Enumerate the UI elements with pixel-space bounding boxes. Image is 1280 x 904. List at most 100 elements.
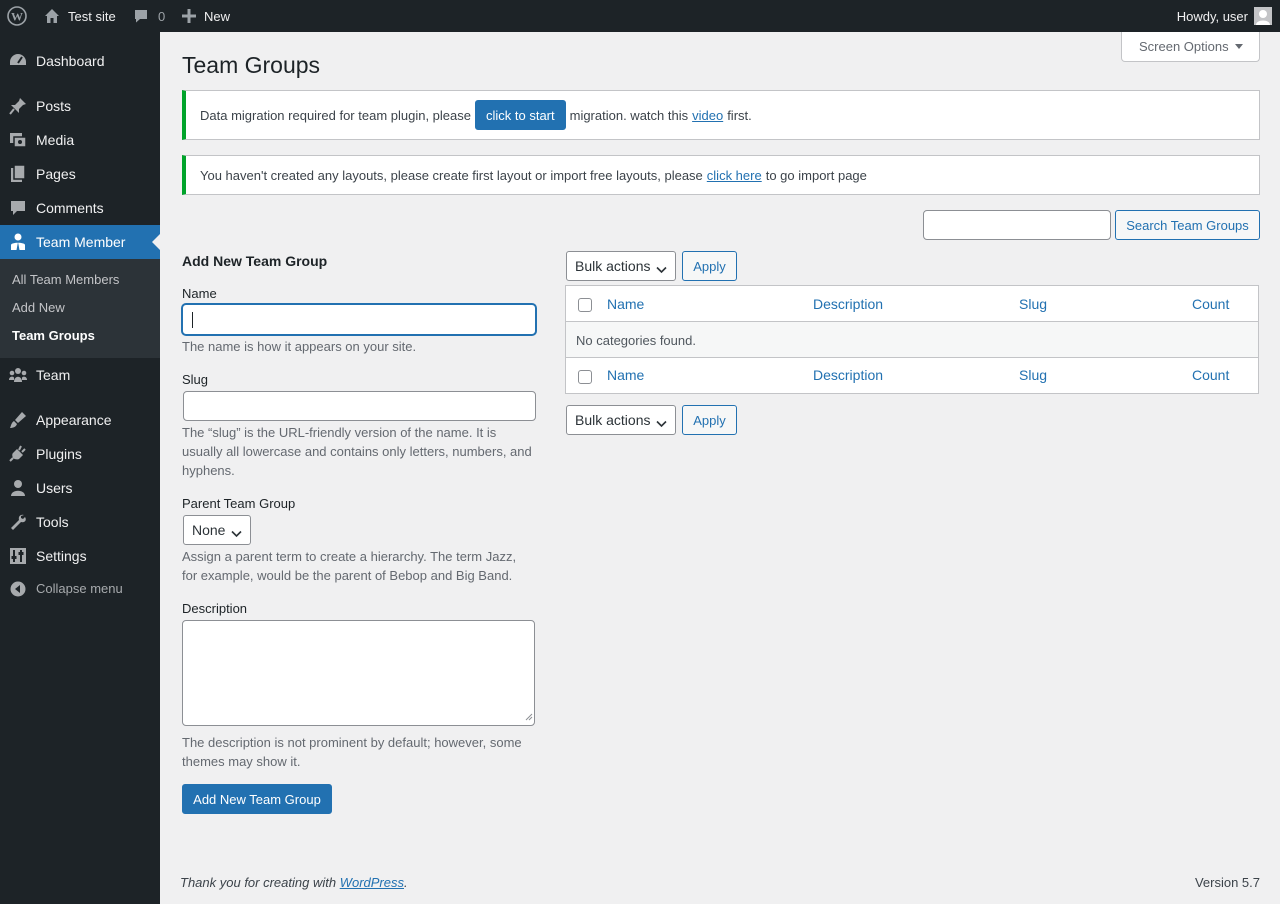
column-slug-footer[interactable]: Slug bbox=[1019, 367, 1047, 383]
layouts-text-before: You haven't created any layouts, please … bbox=[200, 167, 703, 183]
my-account-link[interactable]: Howdy, user bbox=[1177, 0, 1272, 32]
click-here-link[interactable]: click here bbox=[707, 168, 762, 183]
menu-item-users[interactable]: Users bbox=[0, 471, 160, 505]
submenu-add-new[interactable]: Add New bbox=[12, 300, 65, 316]
page-title: Team Groups bbox=[182, 52, 321, 78]
main-content: Screen Options Team Groups Data migratio… bbox=[160, 32, 1280, 904]
parent-select[interactable]: None bbox=[183, 515, 251, 545]
name-input[interactable] bbox=[182, 304, 536, 335]
table-row: No categories found. bbox=[566, 322, 1258, 358]
chevron-down-icon bbox=[231, 525, 242, 541]
menu-label: Comments bbox=[36, 200, 104, 216]
menu-label: Appearance bbox=[36, 412, 112, 428]
text-cursor bbox=[192, 312, 193, 328]
add-new-team-group-button[interactable]: Add New Team Group bbox=[182, 784, 332, 814]
wordpress-link[interactable]: WordPress bbox=[340, 875, 404, 890]
menu-label: Pages bbox=[36, 166, 76, 182]
pin-icon bbox=[8, 96, 28, 116]
parent-help-line-1: Assign a parent term to create a hierarc… bbox=[182, 549, 517, 564]
pages-icon bbox=[8, 164, 28, 184]
team-groups-table: Name Description Slug Count No categorie… bbox=[565, 285, 1259, 394]
description-textarea[interactable] bbox=[182, 620, 535, 726]
triangle-down-icon bbox=[1235, 44, 1243, 49]
slug-input[interactable] bbox=[183, 391, 536, 421]
menu-item-team[interactable]: Team bbox=[0, 358, 160, 392]
slug-help-line-3: hyphens. bbox=[182, 463, 235, 478]
collapse-menu-button[interactable]: Collapse menu bbox=[0, 576, 160, 600]
svg-text:W: W bbox=[11, 10, 23, 24]
plus-icon bbox=[182, 9, 196, 23]
menu-item-team-member[interactable]: Team Member bbox=[0, 225, 160, 259]
migration-notice: Data migration required for team plugin,… bbox=[182, 90, 1260, 140]
brush-icon bbox=[8, 410, 28, 430]
column-count-header[interactable]: Count bbox=[1192, 296, 1229, 312]
groups-icon bbox=[8, 365, 28, 385]
apply-button-top[interactable]: Apply bbox=[682, 251, 737, 281]
name-label: Name bbox=[182, 286, 217, 301]
table-header-row: Name Description Slug Count bbox=[566, 286, 1258, 322]
comment-icon bbox=[8, 198, 28, 218]
bulk-actions-select-top[interactable]: Bulk actions bbox=[566, 251, 676, 281]
footer-version: Version 5.7 bbox=[1194, 875, 1260, 890]
menu-label: Tools bbox=[36, 514, 69, 530]
menu-item-pages[interactable]: Pages bbox=[0, 157, 160, 191]
column-description-header[interactable]: Description bbox=[813, 296, 883, 312]
dashboard-icon bbox=[8, 51, 28, 71]
user-icon bbox=[8, 478, 28, 498]
select-all-checkbox-top[interactable] bbox=[578, 298, 592, 312]
plugin-icon bbox=[8, 444, 28, 464]
menu-item-tools[interactable]: Tools bbox=[0, 505, 160, 539]
wrench-icon bbox=[8, 512, 28, 532]
search-input[interactable] bbox=[923, 210, 1111, 240]
no-items-message: No categories found. bbox=[576, 333, 696, 348]
apply-button-bottom[interactable]: Apply bbox=[682, 405, 737, 435]
menu-item-dashboard[interactable]: Dashboard bbox=[0, 44, 160, 78]
parent-help-line-2: for example, would be the parent of Bebo… bbox=[182, 568, 513, 583]
wordpress-logo-icon[interactable]: W bbox=[7, 0, 27, 32]
menu-label: Team Member bbox=[36, 234, 126, 250]
layouts-notice: You haven't created any layouts, please … bbox=[182, 155, 1260, 195]
parent-selected-value: None bbox=[192, 522, 226, 538]
column-count-footer[interactable]: Count bbox=[1192, 367, 1229, 383]
menu-item-appearance[interactable]: Appearance bbox=[0, 403, 160, 437]
chevron-down-icon bbox=[656, 415, 667, 431]
slug-label: Slug bbox=[182, 372, 209, 387]
description-help-line-2: themes may show it. bbox=[182, 754, 301, 769]
submenu-team-groups[interactable]: Team Groups bbox=[12, 328, 95, 344]
menu-label: Dashboard bbox=[36, 53, 105, 69]
layouts-text-after: to go import page bbox=[765, 167, 867, 183]
comment-bubble-icon bbox=[133, 8, 149, 24]
avatar bbox=[1254, 7, 1272, 25]
new-content-link[interactable]: New bbox=[182, 0, 230, 32]
bulk-actions-select-bottom[interactable]: Bulk actions bbox=[566, 405, 676, 435]
footer-thanks-text: Thank you for creating with bbox=[180, 875, 337, 890]
resize-handle-icon bbox=[525, 709, 533, 724]
comments-link[interactable]: 0 bbox=[133, 0, 165, 32]
footer-thanks: Thank you for creating with WordPress. bbox=[180, 875, 408, 890]
submenu-all-team-members[interactable]: All Team Members bbox=[12, 272, 119, 288]
column-name-header[interactable]: Name bbox=[607, 296, 644, 312]
parent-label: Parent Team Group bbox=[182, 496, 296, 511]
column-name-footer[interactable]: Name bbox=[607, 367, 644, 383]
home-icon bbox=[44, 8, 60, 24]
site-name-link[interactable]: Test site bbox=[44, 0, 116, 32]
menu-item-plugins[interactable]: Plugins bbox=[0, 437, 160, 471]
slug-help-line-2: usually all lowercase and contains only … bbox=[182, 444, 532, 459]
menu-item-posts[interactable]: Posts bbox=[0, 89, 160, 123]
select-all-checkbox-bottom[interactable] bbox=[578, 370, 592, 384]
column-slug-header[interactable]: Slug bbox=[1019, 296, 1047, 312]
migration-text-before: Data migration required for team plugin,… bbox=[200, 107, 471, 123]
media-icon bbox=[8, 130, 28, 150]
menu-item-comments[interactable]: Comments bbox=[0, 191, 160, 225]
menu-item-media[interactable]: Media bbox=[0, 123, 160, 157]
new-label: New bbox=[204, 8, 231, 24]
video-link[interactable]: video bbox=[692, 108, 723, 123]
menu-item-settings[interactable]: Settings bbox=[0, 539, 160, 573]
column-description-footer[interactable]: Description bbox=[813, 367, 883, 383]
screen-options-button[interactable]: Screen Options bbox=[1121, 32, 1260, 62]
search-team-groups-button[interactable]: Search Team Groups bbox=[1115, 210, 1260, 240]
description-label: Description bbox=[182, 601, 248, 616]
click-to-start-button[interactable]: click to start bbox=[474, 100, 566, 130]
chevron-down-icon bbox=[656, 261, 667, 277]
menu-label: Plugins bbox=[36, 446, 82, 462]
